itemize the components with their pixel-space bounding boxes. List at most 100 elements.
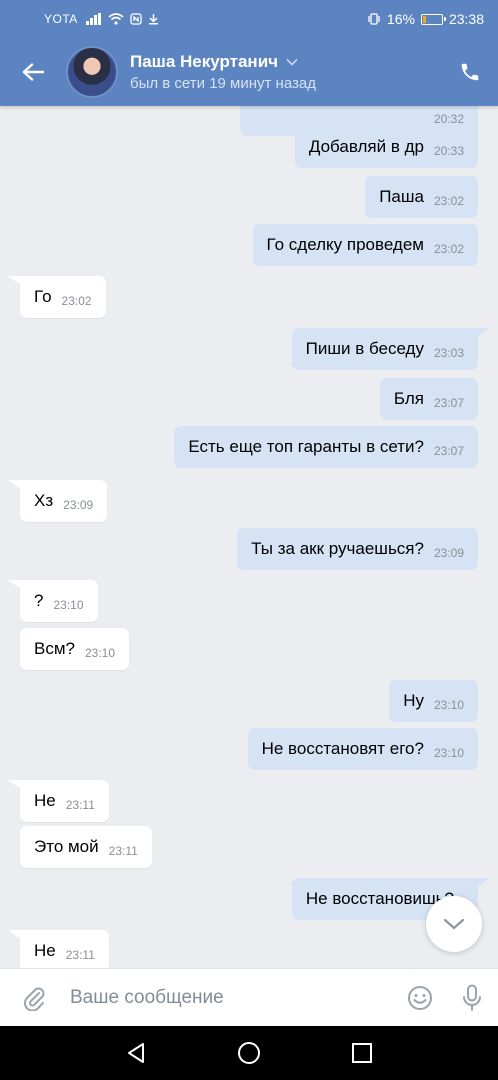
- chevron-down-icon: [443, 918, 465, 930]
- outgoing-message[interactable]: Не восстановят его? 23:10: [247, 728, 478, 770]
- attach-button[interactable]: [0, 985, 68, 1011]
- paperclip-icon: [24, 987, 45, 1011]
- message-row: Добавляй в др 20:33: [0, 126, 498, 168]
- carrier-label: YOTA: [44, 12, 78, 26]
- contact-info[interactable]: Паша Некуртанич был в сети 19 минут наза…: [130, 52, 316, 92]
- scroll-down-button[interactable]: [426, 896, 482, 952]
- message-text: Пиши в беседу: [305, 339, 424, 358]
- message-text: Это мой: [34, 837, 99, 856]
- outgoing-message[interactable]: Ну 23:10: [389, 680, 478, 722]
- message-text: Не: [34, 791, 56, 810]
- emoji-button[interactable]: [394, 985, 446, 1011]
- message-time: 23:10: [433, 698, 464, 712]
- message-time: 23:11: [65, 948, 95, 962]
- wifi-icon: [108, 13, 124, 25]
- message-text: Бля: [393, 389, 424, 408]
- back-arrow-icon: [22, 63, 44, 81]
- nfc-icon: [130, 13, 142, 25]
- incoming-message[interactable]: Не 23:11: [20, 930, 109, 968]
- message-time: 23:11: [108, 844, 138, 858]
- message-row: Хз 23:09: [0, 480, 498, 522]
- incoming-message[interactable]: Всм? 23:10: [20, 628, 130, 670]
- message-time: 23:03: [433, 346, 464, 360]
- outgoing-message[interactable]: Бля 23:07: [379, 378, 478, 420]
- message-row: Есть еще топ гаранты в сети? 23:07: [0, 426, 498, 468]
- incoming-message[interactable]: Го 23:02: [20, 276, 106, 318]
- message-list[interactable]: 20:32 Добавляй в др 20:33 Паша 23:02 Го сделк…: [0, 106, 498, 968]
- battery-icon: [420, 13, 446, 25]
- message-text: Ну: [403, 691, 424, 710]
- message-row: Го сделку проведем 23:02: [0, 224, 498, 266]
- message-time: 23:02: [433, 242, 464, 256]
- message-row: Не 23:11: [0, 930, 498, 968]
- message-time: 23:09: [63, 498, 94, 512]
- signal-icon: [85, 13, 101, 25]
- message-row: Не 23:11: [0, 780, 498, 822]
- message-row: Ну 23:10: [0, 680, 498, 722]
- message-text: Есть еще топ гаранты в сети?: [188, 437, 424, 456]
- outgoing-message[interactable]: Добавляй в др 20:33: [294, 126, 478, 168]
- status-bar: YOTA 16% 23:38: [0, 0, 498, 38]
- message-composer: [0, 968, 498, 1026]
- message-text: ?: [34, 591, 44, 610]
- message-text: Добавляй в др: [308, 137, 424, 156]
- battery-level: [422, 15, 426, 23]
- message-row: Не восстановят его? 23:10: [0, 728, 498, 770]
- message-row: Не восстановишь?: [0, 878, 498, 920]
- message-text: Ты за акк ручаешься?: [251, 539, 424, 558]
- message-row: Ты за акк ручаешься? 23:09: [0, 528, 498, 570]
- message-text: Го: [34, 287, 52, 306]
- message-time: 23:07: [433, 396, 464, 410]
- emoji-icon: [408, 985, 432, 1010]
- incoming-message[interactable]: ? 23:10: [20, 580, 98, 622]
- message-row: Пиши в беседу 23:03: [0, 328, 498, 370]
- message-row: Бля 23:07: [0, 378, 498, 420]
- message-text: Паша: [379, 187, 424, 206]
- chat-header: Паша Некуртанич был в сети 19 минут наза…: [0, 38, 498, 106]
- outgoing-message[interactable]: Есть еще топ гаранты в сети? 23:07: [174, 426, 478, 468]
- incoming-message[interactable]: Хз 23:09: [20, 480, 108, 522]
- microphone-icon: [463, 984, 481, 1011]
- message-row: Это мой 23:11: [0, 826, 498, 868]
- nav-recents-icon[interactable]: [351, 1042, 373, 1064]
- phone-icon: [461, 63, 479, 81]
- message-text: Не восстановят его?: [261, 739, 424, 758]
- message-time: 23:02: [433, 194, 464, 208]
- message-time: 23:11: [65, 798, 95, 812]
- message-text: Хз: [34, 491, 54, 510]
- contact-name: Паша Некуртанич: [130, 52, 279, 71]
- message-text: Всм?: [34, 639, 75, 658]
- message-input[interactable]: [68, 985, 394, 1010]
- message-row: Паша 23:02: [0, 176, 498, 218]
- message-time: 20:33: [433, 144, 464, 158]
- message-time: 23:10: [53, 598, 84, 612]
- vibrate-icon: [368, 13, 380, 25]
- system-nav-bar: [0, 1026, 498, 1080]
- back-button[interactable]: [0, 38, 66, 106]
- message-text: Не: [34, 941, 56, 960]
- message-time: 23:10: [433, 746, 464, 760]
- outgoing-message[interactable]: Го сделку проведем 23:02: [252, 224, 478, 266]
- voice-button[interactable]: [446, 984, 498, 1012]
- message-row: Всм? 23:10: [0, 628, 498, 670]
- message-row: Го 23:02: [0, 276, 498, 318]
- message-time: 23:02: [61, 294, 92, 308]
- message-time: 23:07: [433, 444, 464, 458]
- contact-status: был в сети 19 минут назад: [130, 75, 316, 92]
- battery-percent: 16%: [386, 11, 415, 27]
- outgoing-message[interactable]: Паша 23:02: [365, 176, 478, 218]
- call-button[interactable]: [442, 38, 498, 106]
- outgoing-message[interactable]: Пиши в беседу 23:03: [291, 328, 478, 370]
- outgoing-message[interactable]: Ты за акк ручаешься? 23:09: [237, 528, 478, 570]
- message-row: ? 23:10: [0, 580, 498, 622]
- nav-back-icon[interactable]: [125, 1042, 147, 1064]
- message-time: 23:10: [84, 646, 116, 660]
- message-time: 20:32: [433, 112, 464, 126]
- message-time: 23:09: [433, 546, 464, 560]
- incoming-message[interactable]: Не 23:11: [20, 780, 109, 822]
- message-text: Го сделку проведем: [266, 235, 424, 254]
- nav-home-icon[interactable]: [237, 1041, 261, 1065]
- incoming-message[interactable]: Это мой 23:11: [20, 826, 152, 868]
- avatar[interactable]: [66, 46, 118, 98]
- download-icon: [148, 14, 158, 25]
